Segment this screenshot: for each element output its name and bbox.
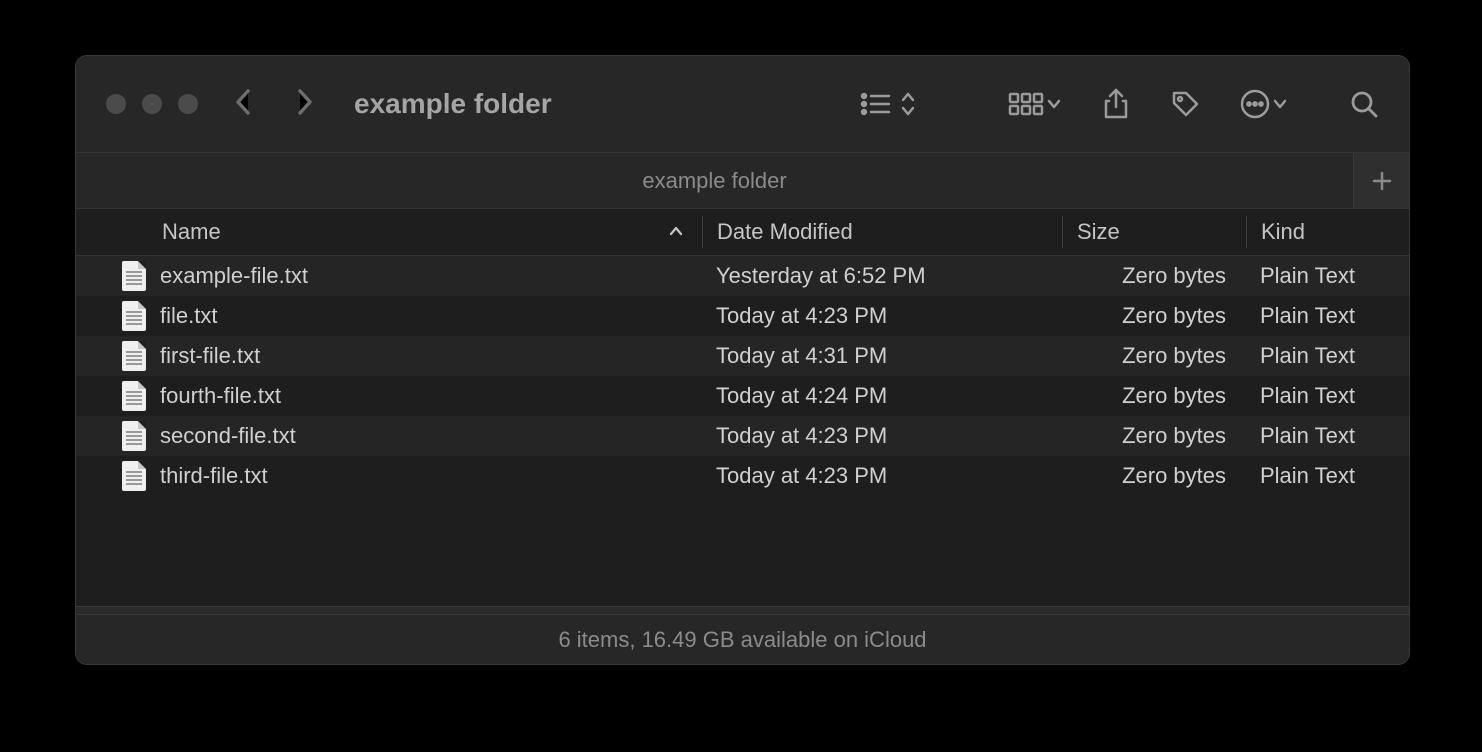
file-size: Zero bytes — [1076, 343, 1226, 369]
view-mode-button[interactable] — [859, 89, 917, 119]
file-size: Zero bytes — [1076, 463, 1226, 489]
chevron-updown-icon — [899, 89, 917, 119]
file-name: file.txt — [160, 303, 217, 329]
tab-bar: example folder — [76, 152, 1409, 208]
document-icon — [122, 261, 146, 291]
window-title: example folder — [354, 88, 552, 120]
minimize-button[interactable] — [142, 94, 162, 114]
column-header-size-label: Size — [1077, 219, 1120, 245]
document-icon — [122, 381, 146, 411]
file-kind: Plain Text — [1260, 343, 1355, 368]
document-icon — [122, 461, 146, 491]
column-header-date[interactable]: Date Modified — [702, 216, 1062, 248]
zoom-button[interactable] — [178, 94, 198, 114]
file-list: example-file.txt Yesterday at 6:52 PM Zero… — [76, 256, 1409, 560]
group-by-button[interactable] — [1007, 89, 1063, 119]
file-name: first-file.txt — [160, 343, 260, 369]
status-text: 6 items, 16.49 GB available on iCloud — [558, 627, 926, 653]
document-icon — [122, 301, 146, 331]
empty-area — [76, 560, 1409, 606]
file-date: Today at 4:31 PM — [716, 343, 887, 368]
tab-label: example folder — [642, 168, 786, 194]
file-name: fourth-file.txt — [160, 383, 281, 409]
search-button[interactable] — [1349, 89, 1379, 119]
file-kind: Plain Text — [1260, 303, 1355, 328]
file-row[interactable]: fourth-file.txt Today at 4:24 PM Zero byte… — [76, 376, 1409, 416]
chevron-down-icon — [1271, 89, 1289, 119]
file-date: Today at 4:23 PM — [716, 423, 887, 448]
file-size: Zero bytes — [1076, 303, 1226, 329]
file-row[interactable]: first-file.txt Today at 4:31 PM Zero bytes… — [76, 336, 1409, 376]
file-date: Today at 4:23 PM — [716, 303, 887, 328]
file-kind: Plain Text — [1260, 423, 1355, 448]
file-row[interactable]: file.txt Today at 4:23 PM Zero bytes Plain … — [76, 296, 1409, 336]
column-header: Name Date Modified Size Kind — [76, 208, 1409, 256]
file-size: Zero bytes — [1076, 383, 1226, 409]
column-header-name[interactable]: Name — [76, 219, 702, 245]
file-name: example-file.txt — [160, 263, 308, 289]
file-row[interactable]: third-file.txt Today at 4:23 PM Zero bytes… — [76, 456, 1409, 496]
path-bar — [76, 606, 1409, 614]
actions-button[interactable] — [1239, 88, 1289, 120]
chevron-down-icon — [1045, 89, 1063, 119]
file-date: Today at 4:24 PM — [716, 383, 887, 408]
file-name: third-file.txt — [160, 463, 268, 489]
column-header-kind[interactable]: Kind — [1246, 216, 1409, 248]
forward-button[interactable] — [294, 87, 314, 122]
document-icon — [122, 421, 146, 451]
nav-buttons — [234, 87, 314, 122]
titlebar: example folder — [76, 56, 1409, 152]
plus-icon — [1371, 170, 1393, 192]
file-row[interactable]: second-file.txt Today at 4:23 PM Zero byte… — [76, 416, 1409, 456]
close-button[interactable] — [106, 94, 126, 114]
share-button[interactable] — [1101, 87, 1131, 121]
file-name: second-file.txt — [160, 423, 296, 449]
column-header-kind-label: Kind — [1261, 219, 1305, 245]
back-button[interactable] — [234, 87, 254, 122]
window-controls — [106, 94, 198, 114]
file-date: Today at 4:23 PM — [716, 463, 887, 488]
file-date: Yesterday at 6:52 PM — [716, 263, 926, 288]
file-size: Zero bytes — [1076, 263, 1226, 289]
file-size: Zero bytes — [1076, 423, 1226, 449]
column-header-size[interactable]: Size — [1062, 216, 1246, 248]
status-bar: 6 items, 16.49 GB available on iCloud — [76, 614, 1409, 664]
tags-button[interactable] — [1169, 88, 1201, 120]
file-kind: Plain Text — [1260, 383, 1355, 408]
sort-ascending-icon — [668, 219, 684, 245]
file-kind: Plain Text — [1260, 463, 1355, 488]
finder-window: example folder — [75, 55, 1410, 665]
file-row[interactable]: example-file.txt Yesterday at 6:52 PM Zero… — [76, 256, 1409, 296]
tab-example-folder[interactable]: example folder — [76, 153, 1353, 208]
document-icon — [122, 341, 146, 371]
new-tab-button[interactable] — [1353, 153, 1409, 208]
file-kind: Plain Text — [1260, 263, 1355, 288]
column-header-date-label: Date Modified — [717, 219, 853, 245]
column-header-name-label: Name — [162, 219, 221, 245]
